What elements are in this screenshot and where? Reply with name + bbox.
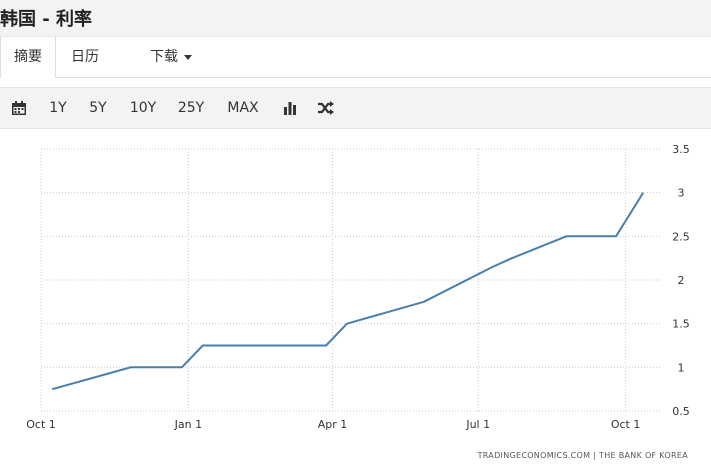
- tab-calendar-label: 日历: [71, 49, 99, 65]
- tab-calendar[interactable]: 日历: [56, 37, 114, 78]
- title-bar: 韩国 - 利率: [0, 0, 711, 36]
- tab-bar: 摘要 日历 下载: [0, 36, 711, 78]
- x-tick-label: Oct 1: [611, 418, 641, 431]
- y-tick-label: 3: [678, 187, 685, 200]
- page-title: 韩国 - 利率: [0, 9, 93, 30]
- x-tick-label: Apr 1: [318, 418, 348, 431]
- range-max-button[interactable]: MAX: [222, 88, 264, 128]
- caret-down-icon: [184, 54, 192, 60]
- source-label: TRADINGECONOMICS.COM | THE BANK OF KOREA: [477, 451, 689, 460]
- x-tick-label: Jan 1: [174, 418, 202, 431]
- range-10y-button[interactable]: 10Y: [126, 88, 160, 128]
- y-tick-label: 1.5: [672, 318, 690, 331]
- y-tick-label: 2.5: [672, 230, 690, 243]
- compare-button[interactable]: [314, 88, 338, 128]
- y-tick-label: 2: [678, 274, 685, 287]
- chart-type-button[interactable]: [278, 88, 302, 128]
- chart-toolbar: 1Y 5Y 10Y 25Y MAX: [0, 87, 711, 129]
- shuffle-icon: [318, 101, 334, 115]
- y-tick-label: 3.5: [672, 143, 690, 156]
- series-line: [51, 192, 645, 391]
- calendar-button[interactable]: [6, 88, 32, 128]
- tab-download-label: 下载: [150, 49, 178, 65]
- chart-area: 0.5 1 1.5 2 2.5 3 3.5 Oct 1 Jan 1 Apr 1 Jul 1 Oct 1…: [0, 129, 711, 472]
- range-1y-button[interactable]: 1Y: [44, 88, 72, 128]
- range-5y-button[interactable]: 5Y: [84, 88, 112, 128]
- tab-summary-label: 摘要: [14, 49, 42, 65]
- range-25y-button[interactable]: 25Y: [174, 88, 208, 128]
- rate-chart: 0.5 1 1.5 2 2.5 3 3.5 Oct 1 Jan 1 Apr 1 Jul 1 Oct 1…: [26, 143, 690, 460]
- tab-download[interactable]: 下载: [140, 37, 202, 78]
- x-tick-label: Jul 1: [465, 418, 490, 431]
- calendar-icon: [12, 101, 26, 115]
- bar-chart-icon: [284, 102, 296, 115]
- y-tick-label: 0.5: [672, 405, 690, 418]
- x-tick-label: Oct 1: [26, 418, 56, 431]
- y-tick-label: 1: [678, 361, 685, 374]
- tab-summary[interactable]: 摘要: [0, 37, 56, 78]
